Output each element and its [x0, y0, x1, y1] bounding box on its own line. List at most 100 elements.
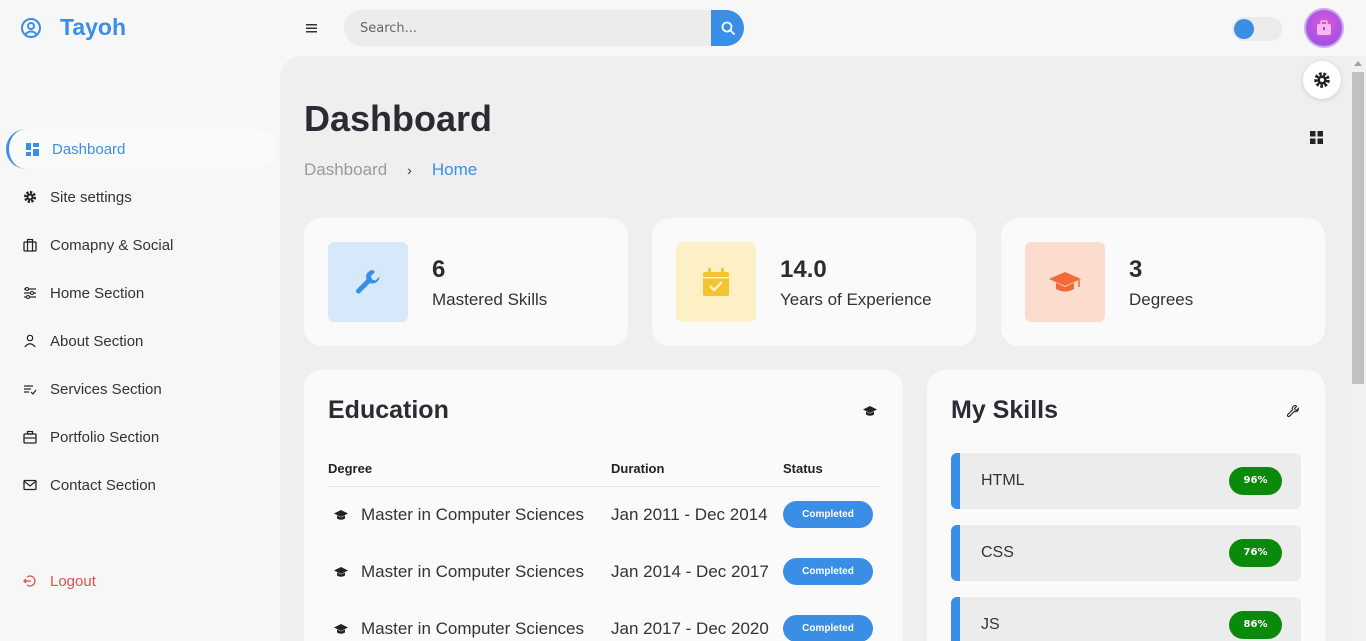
column-header-duration: Duration [611, 452, 783, 487]
avatar-image-icon [1317, 20, 1331, 35]
graduation-cap-icon [334, 566, 348, 577]
stat-icon-box [676, 242, 756, 322]
skill-item-css: CSS 76% [951, 525, 1301, 581]
stat-label: Degrees [1129, 290, 1194, 309]
degree-cell: Master in Computer Sciences [361, 504, 584, 524]
sidebar-item-label: Portfolio Section [50, 428, 160, 446]
stat-label: Years of Experience [780, 290, 932, 309]
toggle-knob [1234, 19, 1254, 39]
envelope-icon [23, 478, 37, 492]
logout-icon [23, 574, 37, 588]
calendar-check-icon [703, 268, 729, 296]
scrollbar-thumb[interactable] [1352, 72, 1364, 384]
education-table: Degree Duration Status Master in Compute… [328, 452, 879, 641]
brand-name: Tayoh [60, 14, 127, 40]
sliders-icon [23, 286, 37, 300]
status-badge: Completed [783, 558, 873, 585]
sidebar-item-home-section[interactable]: Home Section [0, 273, 276, 313]
scroll-up-arrow-icon[interactable] [1354, 61, 1362, 66]
stat-icon-box [1025, 242, 1105, 322]
page-scrollbar[interactable] [1350, 56, 1366, 641]
breadcrumb: Dashboard › Home [304, 160, 477, 180]
search-icon [721, 21, 735, 35]
page-title: Dashboard [304, 98, 493, 139]
user-circle-icon [21, 17, 41, 38]
sidebar-item-label: Comapny & Social [50, 236, 174, 254]
stat-card-degrees: 3 Degrees [1001, 218, 1325, 346]
skill-percent-badge: 76% [1229, 539, 1282, 567]
status-badge: Completed [783, 615, 873, 641]
graduation-cap-icon [863, 406, 877, 416]
education-panel: Education Degree Duration Status Master … [304, 370, 903, 641]
user-icon [23, 334, 37, 348]
graduation-cap-icon [334, 509, 348, 520]
column-header-degree: Degree [328, 452, 611, 487]
skill-percent-badge: 96% [1229, 467, 1282, 495]
list-icon [23, 382, 37, 396]
skill-percent-badge: 86% [1229, 611, 1282, 639]
theme-toggle[interactable] [1232, 17, 1282, 41]
stat-value: 3 [1129, 256, 1143, 283]
status-badge: Completed [783, 501, 873, 529]
graduation-cap-icon [334, 623, 348, 634]
sidebar-item-label: Site settings [50, 188, 132, 206]
duration-cell: Jan 2014 - Dec 2017 [611, 561, 769, 581]
logout-button[interactable]: Logout [0, 561, 276, 601]
dashboard-icon [25, 142, 39, 156]
skills-title: My Skills [951, 396, 1058, 424]
logout-label: Logout [50, 572, 96, 590]
sidebar: Dashboard Site settings Comapny & Social… [0, 56, 280, 641]
search-input[interactable] [344, 10, 711, 46]
wrench-icon [356, 270, 380, 294]
sidebar-item-portfolio-section[interactable]: Portfolio Section [0, 417, 276, 457]
sidebar-item-company-social[interactable]: Comapny & Social [0, 225, 276, 265]
search-button[interactable] [711, 10, 744, 46]
skill-name: JS [981, 616, 1000, 633]
hamburger-menu-icon[interactable] [304, 20, 320, 36]
breadcrumb-dashboard[interactable]: Dashboard [304, 160, 387, 180]
degree-cell: Master in Computer Sciences [361, 618, 584, 638]
portfolio-icon [23, 430, 37, 444]
duration-cell: Jan 2017 - Dec 2020 [611, 618, 769, 638]
wrench-icon [1286, 404, 1300, 418]
chevron-right-icon: › [407, 162, 412, 178]
gear-icon [23, 190, 37, 204]
stat-value: 6 [432, 256, 446, 283]
skill-name: CSS [981, 544, 1014, 561]
stat-card-skills: 6 Mastered Skills [304, 218, 628, 346]
duration-cell: Jan 2011 - Dec 2014 [611, 504, 768, 524]
skills-panel: My Skills HTML 96% CSS 76% JS 86% [927, 370, 1325, 641]
brand[interactable]: Tayoh [20, 14, 126, 41]
sidebar-item-contact-section[interactable]: Contact Section [0, 465, 276, 505]
gear-icon [1314, 72, 1330, 88]
stat-label: Mastered Skills [432, 290, 548, 309]
skill-item-js: JS 86% [951, 597, 1301, 641]
table-row: Master in Computer Sciences Jan 2014 - D… [328, 543, 879, 600]
table-row: Master in Computer Sciences Jan 2011 - D… [328, 486, 879, 543]
sidebar-item-dashboard[interactable]: Dashboard [6, 129, 276, 169]
table-row: Master in Computer Sciences Jan 2017 - D… [328, 600, 879, 641]
skill-item-html: HTML 96% [951, 453, 1301, 509]
education-title: Education [328, 396, 449, 424]
sidebar-item-label: About Section [50, 332, 144, 350]
stat-value: 14.0 [780, 256, 827, 283]
stat-card-experience: 14.0 Years of Experience [652, 218, 976, 346]
breadcrumb-home[interactable]: Home [432, 160, 477, 180]
degree-cell: Master in Computer Sciences [361, 561, 584, 581]
sidebar-item-site-settings[interactable]: Site settings [0, 177, 276, 217]
grid-view-icon[interactable] [1310, 131, 1323, 144]
sidebar-item-label: Dashboard [52, 140, 126, 158]
sidebar-item-services-section[interactable]: Services Section [0, 369, 276, 409]
sidebar-item-label: Services Section [50, 380, 162, 398]
skill-name: HTML [981, 472, 1025, 489]
stat-icon-box [328, 242, 408, 322]
column-header-status: Status [783, 452, 879, 487]
avatar[interactable] [1306, 10, 1342, 46]
sidebar-item-label: Contact Section [50, 476, 156, 494]
settings-button[interactable] [1303, 61, 1341, 99]
sidebar-item-about-section[interactable]: About Section [0, 321, 276, 361]
graduation-cap-icon [1049, 272, 1081, 292]
sidebar-item-label: Home Section [50, 284, 145, 302]
briefcase-icon [23, 238, 37, 252]
search-bar [344, 10, 744, 46]
